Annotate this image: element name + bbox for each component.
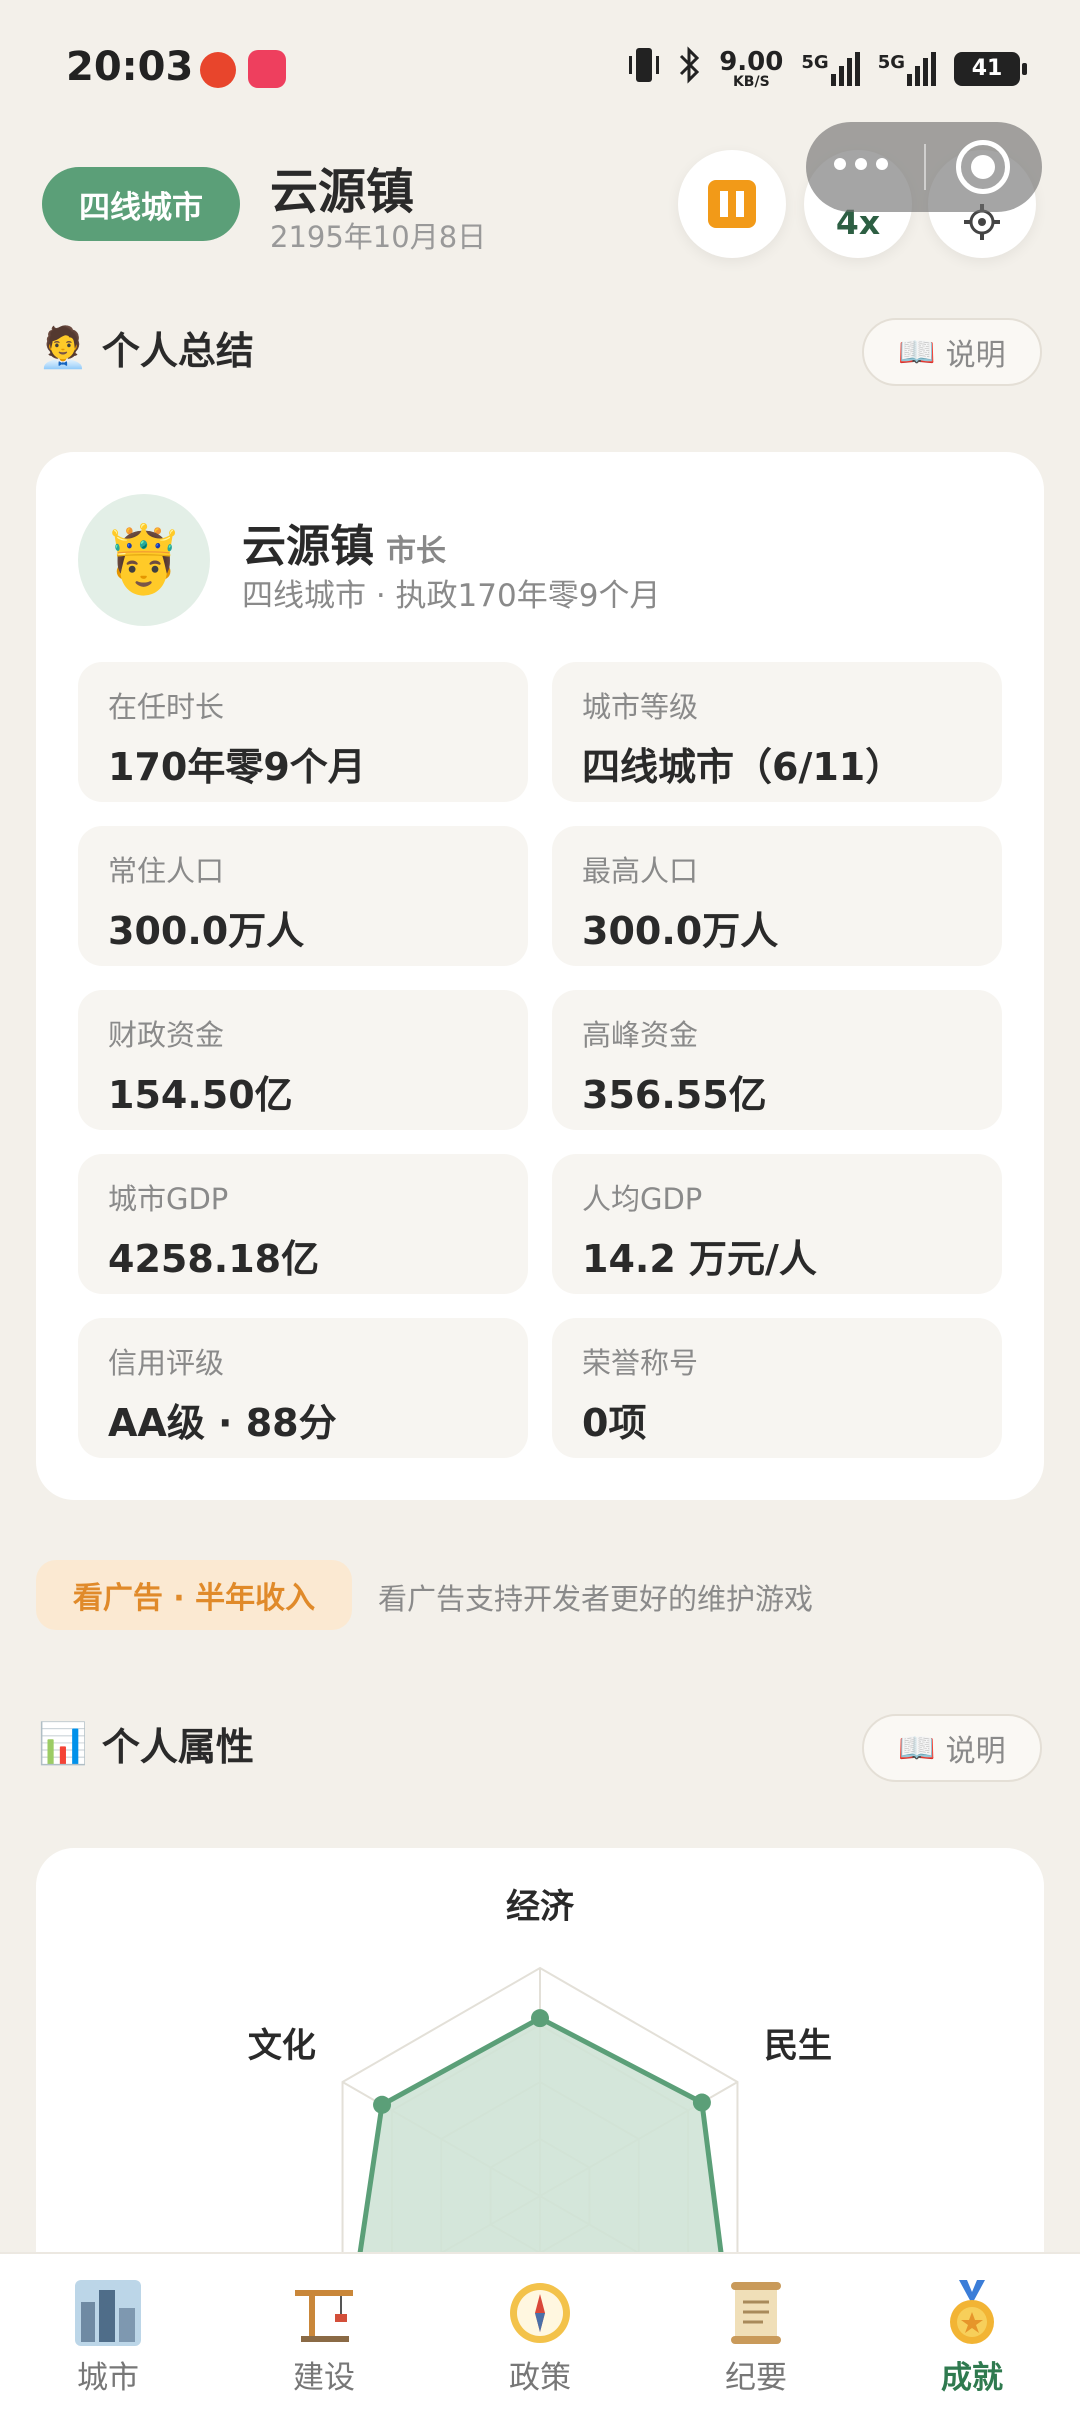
stat-honors: 荣誉称号 0项 xyxy=(552,1318,1002,1458)
notification-app-icon xyxy=(248,50,286,88)
status-bar: 20:03 9.00 KB/S 5G 5G 41 xyxy=(0,0,1080,140)
watch-ad-button[interactable]: 看广告 · 半年收入 xyxy=(36,1560,352,1630)
stat-peak-population: 最高人口 300.0万人 xyxy=(552,826,1002,966)
vibrate-icon xyxy=(629,46,660,91)
close-miniprogram-icon[interactable] xyxy=(956,140,1010,194)
attributes-section-title: 📊 个人属性 xyxy=(38,1721,254,1769)
pause-icon xyxy=(708,180,756,228)
signal-icon: 5G xyxy=(801,51,860,86)
scroll-icon xyxy=(721,2280,791,2346)
stat-peak-treasury: 高峰资金 356.55亿 xyxy=(552,990,1002,1130)
nav-city[interactable]: 城市 xyxy=(0,2254,216,2412)
nav-policy[interactable]: 政策 xyxy=(432,2254,648,2412)
radar-label-culture: 文化 xyxy=(248,2026,316,2066)
person-icon: 🧑‍💼 xyxy=(38,325,88,371)
status-time: 20:03 xyxy=(66,44,194,90)
nav-notes[interactable]: 纪要 xyxy=(648,2254,864,2412)
book-icon: 📖 xyxy=(898,334,936,370)
medal-icon xyxy=(937,2280,1007,2346)
avatar: 🤴 xyxy=(78,494,210,626)
radar-label-economy: 经济 xyxy=(506,1887,575,1927)
net-speed: 9.00 KB/S xyxy=(719,46,784,90)
status-icons: 9.00 KB/S 5G 5G 41 xyxy=(629,46,1027,91)
bluetooth-icon xyxy=(677,46,701,91)
chart-icon: 📊 xyxy=(38,1721,88,1767)
stat-credit-rating: 信用评级 AA级 · 88分 xyxy=(78,1318,528,1458)
radar-point xyxy=(692,2093,711,2112)
stat-tenure: 在任时长 170年零9个月 xyxy=(78,662,528,802)
stats-grid: 在任时长 170年零9个月 城市等级 四线城市（6/11） 常住人口 300.0… xyxy=(78,662,1002,1458)
more-menu-icon[interactable] xyxy=(834,158,888,170)
bottom-nav: 城市 建设 政策 纪要 成就 xyxy=(0,2252,1080,2412)
profile-role: 市长 xyxy=(386,534,446,569)
summary-card: 🤴 云源镇 市长 四线城市 · 执政170年零9个月 在任时长 170年零9个月 … xyxy=(36,452,1044,1500)
nav-achievements[interactable]: 成就 xyxy=(864,2254,1080,2412)
summary-section-title: 🧑‍💼 个人总结 xyxy=(38,325,254,373)
stat-gdp: 城市GDP 4258.18亿 xyxy=(78,1154,528,1294)
book-icon: 📖 xyxy=(898,1730,936,1766)
miniprogram-capsule xyxy=(806,122,1042,212)
radar-point xyxy=(531,2009,549,2028)
notification-app-icon xyxy=(200,52,236,88)
stat-treasury: 财政资金 154.50亿 xyxy=(78,990,528,1130)
nav-build[interactable]: 建设 xyxy=(216,2254,432,2412)
game-date: 2195年10月8日 xyxy=(270,220,487,254)
stat-city-level: 城市等级 四线城市（6/11） xyxy=(552,662,1002,802)
pause-button[interactable] xyxy=(678,150,786,258)
attributes-help-button[interactable]: 📖 说明 xyxy=(862,1714,1042,1782)
stat-population: 常住人口 300.0万人 xyxy=(78,826,528,966)
profile-subtitle: 四线城市 · 执政170年零9个月 xyxy=(242,578,661,614)
battery-icon: 41 xyxy=(954,51,1027,86)
radar-label-livelihood: 民生 xyxy=(764,2026,832,2066)
signal-icon: 5G xyxy=(878,51,936,86)
ad-description: 看广告支持开发者更好的维护游戏 xyxy=(378,1582,814,1616)
profile-name: 云源镇 市长 xyxy=(242,521,446,572)
stat-gdp-per-capita: 人均GDP 14.2 万元/人 xyxy=(552,1154,1002,1294)
city-icon xyxy=(73,2280,143,2346)
crane-icon xyxy=(289,2280,359,2346)
radar-point xyxy=(373,2095,392,2114)
compass-icon xyxy=(505,2280,575,2346)
city-tier-badge[interactable]: 四线城市 xyxy=(42,167,240,241)
summary-help-button[interactable]: 📖 说明 xyxy=(862,318,1042,386)
town-name: 云源镇 xyxy=(270,164,415,220)
